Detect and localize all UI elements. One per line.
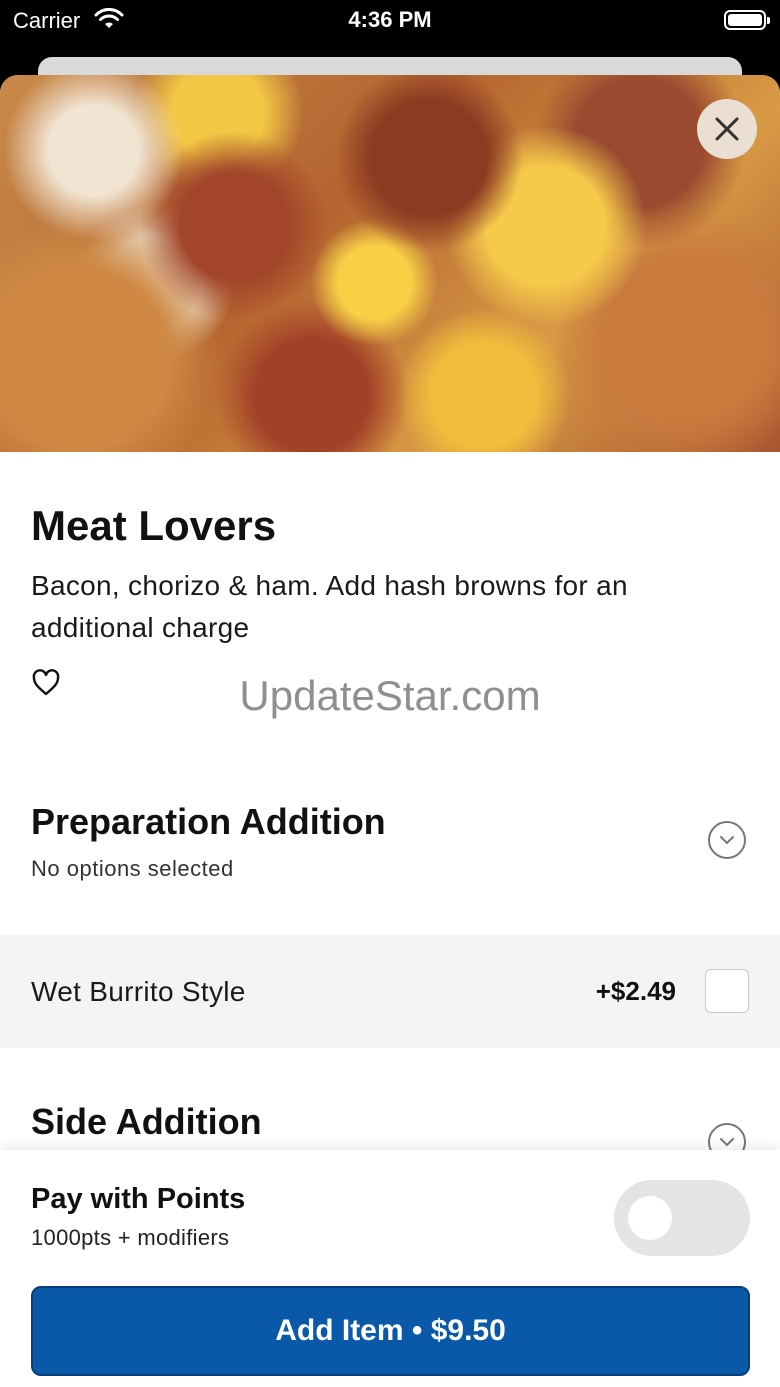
close-icon xyxy=(715,117,739,141)
pay-with-points-title: Pay with Points xyxy=(31,1183,246,1215)
add-item-button[interactable]: Add Item • $9.50 xyxy=(31,1286,750,1376)
close-button[interactable] xyxy=(697,99,757,159)
option-row-wet-burrito[interactable]: Wet Burrito Style +$2.49 xyxy=(0,935,780,1048)
option-checkbox[interactable] xyxy=(705,969,749,1013)
status-bar: Carrier 4:36 PM xyxy=(0,0,780,56)
item-name: Meat Lovers xyxy=(31,502,277,549)
item-detail-sheet: Meat Lovers Bacon, chorizo & ham. Add ha… xyxy=(0,75,780,1387)
section-preparation-title: Preparation Addition xyxy=(31,801,386,842)
bottom-action-panel: Pay with Points 1000pts + modifiers Add … xyxy=(0,1150,780,1387)
option-price: +$2.49 xyxy=(595,976,676,1006)
chevron-down-icon xyxy=(720,1138,734,1147)
clock: 4:36 PM xyxy=(348,7,432,32)
item-photo xyxy=(0,75,780,452)
pay-with-points-subtitle: 1000pts + modifiers xyxy=(31,1225,230,1250)
watermark: UpdateStar.com xyxy=(239,672,541,719)
option-label: Wet Burrito Style xyxy=(31,976,246,1007)
battery-icon xyxy=(724,10,770,30)
pay-with-points-toggle[interactable] xyxy=(614,1180,750,1256)
chevron-down-icon xyxy=(720,836,734,845)
section-side-title: Side Addition xyxy=(31,1101,262,1142)
expand-preparation-button[interactable] xyxy=(708,821,746,859)
section-preparation-subtitle: No options selected xyxy=(31,856,234,881)
toggle-knob xyxy=(628,1196,672,1240)
item-description: Bacon, chorizo & ham. Add hash browns fo… xyxy=(31,570,628,643)
